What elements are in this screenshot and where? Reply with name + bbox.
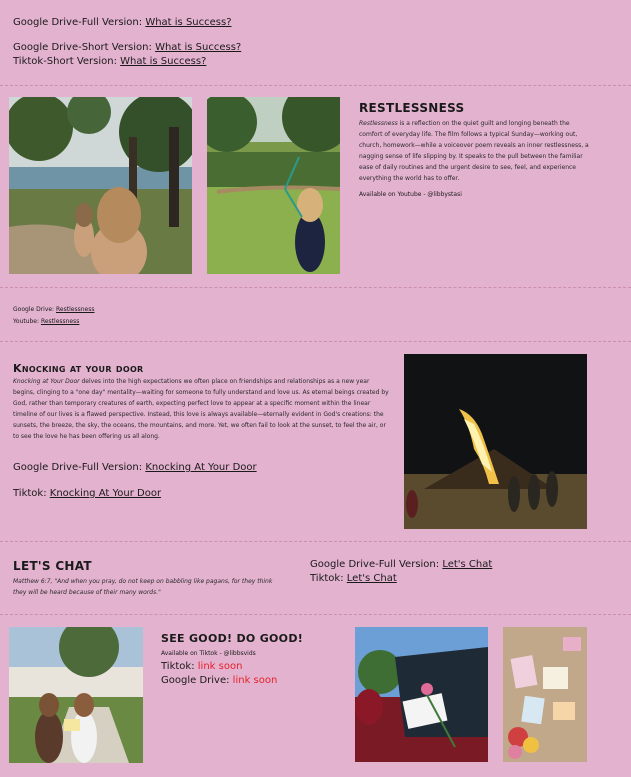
restlessness-gdrive-line: Google Drive: Restlessness [13,306,95,313]
restlessness-youtube-link[interactable]: Restlessness [41,318,79,325]
success-full-link[interactable]: What is Success? [145,17,231,28]
bonfire-photo [404,354,587,529]
beach-photo [9,97,192,274]
chat-title: LET'S CHAT [13,559,92,573]
archery-photo [207,97,340,274]
success-tiktok-line: Tiktok-Short Version: What is Success? [13,56,207,67]
divider [0,287,631,288]
crafts-photo [503,627,587,762]
seegood-gdrive-soon: link soon [232,675,278,686]
restlessness-available: Available on Youtube - @libbystasi [359,191,462,198]
knocking-description: Knocking at Your Door delves into the hi… [13,378,389,440]
divider [0,614,631,615]
car-flower-photo [355,627,488,762]
chat-gdrive-line: Google Drive-Full Version: Let's Chat [310,559,493,570]
seegood-tiktok-line: Tiktok: link soon [161,661,243,672]
knocking-tiktok-link[interactable]: Knocking At Your Door [50,488,161,499]
divider [0,341,631,342]
restlessness-gdrive-link[interactable]: Restlessness [56,306,94,313]
knocking-tiktok-line: Tiktok: Knocking At Your Door [13,488,162,499]
chat-gdrive-link[interactable]: Let's Chat [442,559,492,570]
knocking-gdrive-line: Google Drive-Full Version: Knocking At Y… [13,462,257,473]
seegood-tiktok-soon: link soon [197,661,243,672]
success-tiktok-link[interactable]: What is Success? [120,56,206,67]
friends-photo [9,627,143,763]
restlessness-youtube-line: Youtube: Restlessness [13,318,80,325]
knocking-title: Knocking at your door [13,362,144,375]
success-full-line: Google Drive-Full Version: What is Succe… [13,17,232,28]
seegood-gdrive-line: Google Drive: link soon [161,675,278,686]
divider [0,541,631,542]
restlessness-description: Restlessness is a reflection on the quie… [359,120,589,182]
chat-quote: Matthew 6:7, "And when you pray, do not … [13,578,273,596]
chat-tiktok-line: Tiktok: Let's Chat [310,573,397,584]
chat-tiktok-link[interactable]: Let's Chat [347,573,397,584]
seegood-title: SEE GOOD! DO GOOD! [161,632,304,645]
seegood-available: Available on Tiktok - @libbsvids [161,650,256,657]
success-short-link[interactable]: What is Success? [155,42,241,53]
knocking-gdrive-link[interactable]: Knocking At Your Door [145,462,256,473]
divider [0,85,631,86]
restlessness-title: RESTLESSNESS [359,101,465,115]
success-short-line: Google Drive-Short Version: What is Succ… [13,42,242,53]
